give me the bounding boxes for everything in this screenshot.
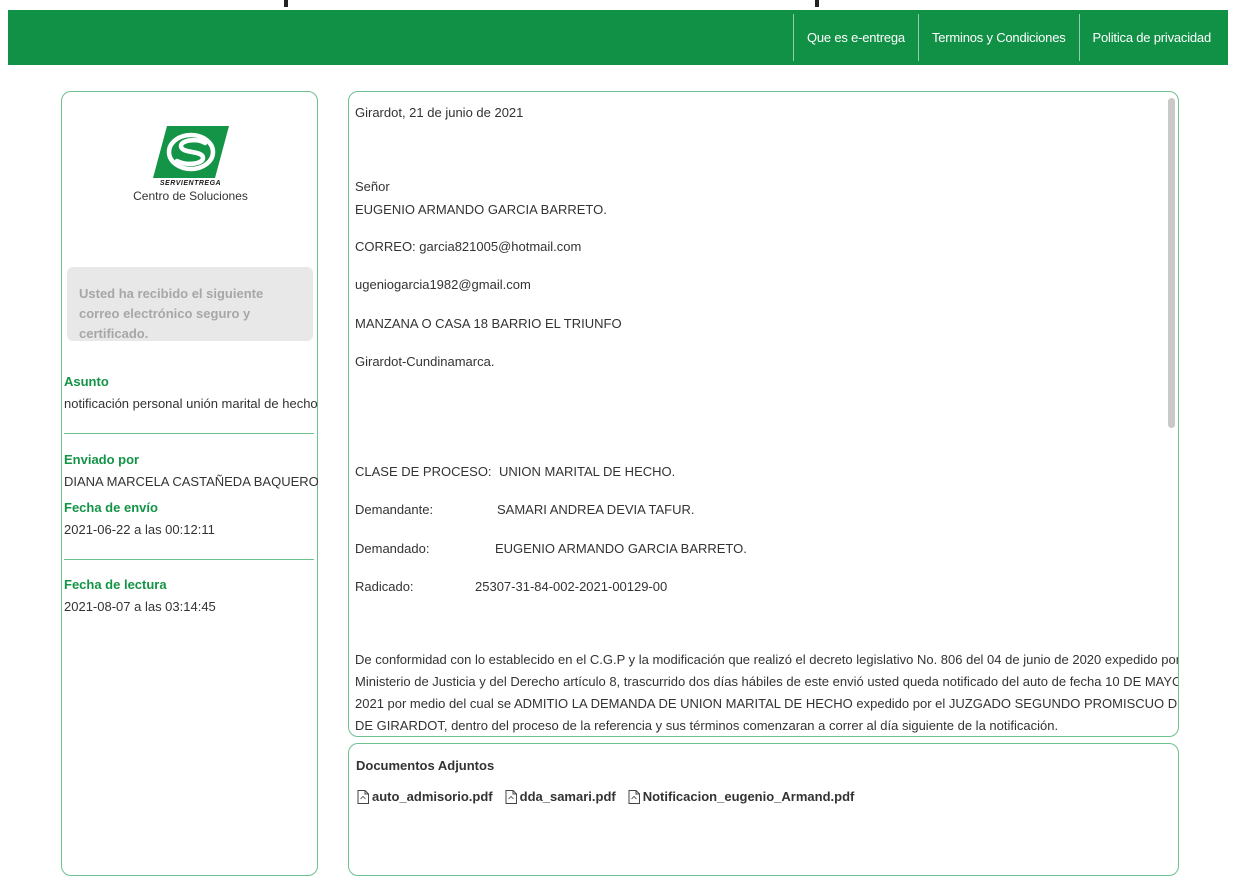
message-info-sidebar: SERVIENTREGA Centro de Soluciones Usted … (61, 91, 319, 876)
sent-date-label: Fecha de envío (64, 500, 158, 515)
vertical-scrollbar-thumb[interactable] (1168, 98, 1175, 428)
pdf-file-icon (628, 789, 640, 804)
paragraph-line: DE GIRARDOT, dentro del proceso de la re… (355, 718, 1059, 733)
message-body-panel[interactable]: Girardot, 21 de junio de 2021 Señor EUGE… (348, 91, 1179, 737)
paragraph-line: De conformidad con lo establecido en el … (355, 652, 1179, 667)
filed-value: 25307-31-84-002-2021-00129-00 (475, 579, 668, 594)
process-value: UNION MARITAL DE HECHO. (499, 464, 676, 479)
pdf-file-icon (357, 789, 369, 804)
attachment-file[interactable]: dda_samari.pdf (505, 789, 616, 804)
attachment-file-name[interactable]: auto_admisorio.pdf (372, 789, 493, 804)
nav-link-que-es-e-entrega[interactable]: Que es e-entrega (792, 14, 918, 61)
filed-label: Radicado: (355, 579, 414, 594)
nav-links: Que es e-entrega Terminos y Condiciones … (792, 10, 1224, 65)
top-navigation-bar: Que es e-entrega Terminos y Condiciones … (8, 10, 1228, 65)
nav-link-terminos[interactable]: Terminos y Condiciones (917, 14, 1079, 61)
top-edge-marks (0, 0, 1236, 10)
attachment-file-name[interactable]: Notificacion_eugenio_Armand.pdf (643, 789, 855, 804)
servientrega-logo-icon (152, 126, 229, 178)
read-date-value: 2021-08-07 a las 03:14:45 (64, 599, 216, 614)
sent-date-value: 2021-06-22 a las 00:12:11 (64, 522, 215, 537)
subject-label: Asunto (64, 374, 109, 389)
paragraph-line: Ministerio de Justicia y del Derecho art… (355, 674, 1179, 689)
pdf-file-icon (505, 789, 517, 804)
letter-paragraph: De conformidad con lo establecido en el … (355, 649, 1179, 736)
letter-email-2: ugeniogarcia1982@gmail.com (355, 277, 531, 292)
letter-date: Girardot, 21 de junio de 2021 (355, 105, 524, 120)
sender-label: Enviado por (64, 452, 140, 467)
sender-value: DIANA MARCELA CASTAÑEDA BAQUERO (64, 474, 319, 489)
letter-recipient: EUGENIO ARMANDO GARCIA BARRETO. (355, 202, 607, 217)
attachments-title: Documentos Adjuntos (356, 758, 495, 773)
letter-salutation: Señor (355, 179, 390, 194)
subject-value: notificación personal unión marital de h… (64, 396, 318, 411)
letter-city: Girardot-Cundinamarca. (355, 354, 495, 369)
plaintiff-label: Demandante: (355, 502, 434, 517)
divider (64, 559, 314, 560)
attachment-file[interactable]: auto_admisorio.pdf (357, 789, 493, 804)
plaintiff-value: SAMARI ANDREA DEVIA TAFUR. (497, 502, 695, 517)
attachment-file-name[interactable]: dda_samari.pdf (520, 789, 616, 804)
process-label: CLASE DE PROCESO: (355, 464, 492, 479)
logo-block: SERVIENTREGA Centro de Soluciones (62, 126, 319, 203)
brand-name: SERVIENTREGA (159, 180, 222, 187)
brand-subtitle: Centro de Soluciones (133, 189, 248, 203)
secure-email-notice: Usted ha recibido el siguiente correo el… (67, 267, 313, 341)
attachment-file[interactable]: Notificacion_eugenio_Armand.pdf (628, 789, 855, 804)
divider (64, 433, 314, 434)
paragraph-line: 2021 por medio del cual se ADMITIO LA DE… (355, 696, 1179, 711)
letter-address: MANZANA O CASA 18 BARRIO EL TRIUNFO (355, 316, 622, 331)
defendant-value: EUGENIO ARMANDO GARCIA BARRETO. (495, 541, 747, 556)
attachments-list: auto_admisorio.pdf dda_samari.pdf Notifi… (357, 789, 854, 804)
read-date-label: Fecha de lectura (64, 577, 167, 592)
defendant-label: Demandado: (355, 541, 430, 556)
letter-email-1: CORREO: garcia821005@hotmail.com (355, 239, 582, 254)
nav-link-privacidad[interactable]: Politica de privacidad (1078, 14, 1224, 61)
attachments-panel: Documentos Adjuntos auto_admisorio.pdf d… (348, 743, 1179, 876)
